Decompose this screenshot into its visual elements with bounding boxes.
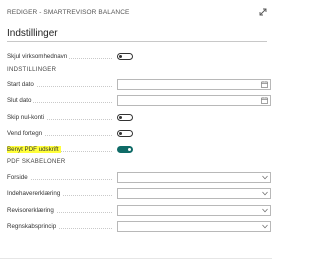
indehavererklaering-select[interactable] bbox=[117, 188, 271, 199]
field-row-vend-fortegn: Vend fortegn bbox=[7, 128, 267, 140]
window-title: REDIGER - SMARTREVISOR BALANCE bbox=[7, 9, 130, 16]
group-header-pdf-skabeloner: PDF SKABELONER bbox=[7, 159, 66, 165]
field-label-slut-dato: Slut dato bbox=[7, 97, 34, 104]
toggle-knob bbox=[128, 148, 131, 151]
field-label-skip-nul-konti: Skip nul-konti bbox=[7, 114, 47, 121]
field-label-start-dato: Start dato bbox=[7, 81, 36, 88]
section-title: Indstillinger bbox=[7, 28, 58, 39]
field-label-forside: Forside bbox=[7, 174, 30, 181]
regnskabsprincip-select[interactable] bbox=[117, 221, 271, 232]
field-row-forside: Forside bbox=[7, 172, 271, 184]
field-label-indehavererklaering: Indehavererklæring bbox=[7, 190, 63, 197]
calendar-icon[interactable] bbox=[261, 97, 268, 104]
toggle-skjul-virksomhednavn[interactable] bbox=[117, 53, 133, 60]
field-row-skjul-virksomhednavn: Skjul virksomhednavn bbox=[7, 51, 267, 63]
revisorerklaering-select[interactable] bbox=[117, 205, 271, 216]
slut-dato-input[interactable] bbox=[117, 95, 271, 106]
chevron-down-icon[interactable] bbox=[262, 224, 268, 229]
field-label-revisorerklaering: Revisorerklæring bbox=[7, 207, 56, 214]
field-label-vend-fortegn: Vend fortegn bbox=[7, 130, 45, 137]
chevron-down-icon[interactable] bbox=[262, 208, 268, 213]
field-label-regnskabsprincip: Regnskabsprincip bbox=[7, 223, 59, 230]
section-divider bbox=[7, 41, 267, 42]
field-row-indehavererklaering: Indehavererklæring bbox=[7, 188, 271, 200]
toggle-skip-nul-konti[interactable] bbox=[117, 114, 133, 121]
chevron-down-icon[interactable] bbox=[262, 191, 268, 196]
field-row-slut-dato: Slut dato bbox=[7, 95, 271, 107]
field-row-revisorerklaering: Revisorerklæring bbox=[7, 205, 271, 217]
start-dato-input[interactable] bbox=[117, 79, 271, 90]
field-label-skjul-virksomhednavn: Skjul virksomhednavn bbox=[7, 53, 70, 60]
toggle-knob bbox=[119, 132, 122, 135]
field-label-benyt-pdf-udskrift: Benyt PDF udskrift bbox=[7, 146, 61, 153]
forside-select[interactable] bbox=[117, 172, 271, 183]
field-row-benyt-pdf-udskrift: Benyt PDF udskrift bbox=[7, 144, 267, 156]
field-row-skip-nul-konti: Skip nul-konti bbox=[7, 112, 267, 124]
group-header-indstillinger: INDSTILLINGER bbox=[7, 67, 57, 73]
toggle-vend-fortegn[interactable] bbox=[117, 130, 133, 137]
edit-dialog: REDIGER - SMARTREVISOR BALANCE Indstilli… bbox=[0, 0, 272, 259]
field-row-start-dato: Start dato bbox=[7, 79, 271, 91]
calendar-icon[interactable] bbox=[261, 81, 268, 88]
chevron-down-icon[interactable] bbox=[262, 175, 268, 180]
toggle-knob bbox=[119, 55, 122, 58]
toggle-knob bbox=[119, 116, 122, 119]
expand-icon[interactable] bbox=[258, 7, 268, 17]
toggle-benyt-pdf-udskrift[interactable] bbox=[117, 146, 133, 153]
field-row-regnskabsprincip: Regnskabsprincip bbox=[7, 221, 271, 233]
